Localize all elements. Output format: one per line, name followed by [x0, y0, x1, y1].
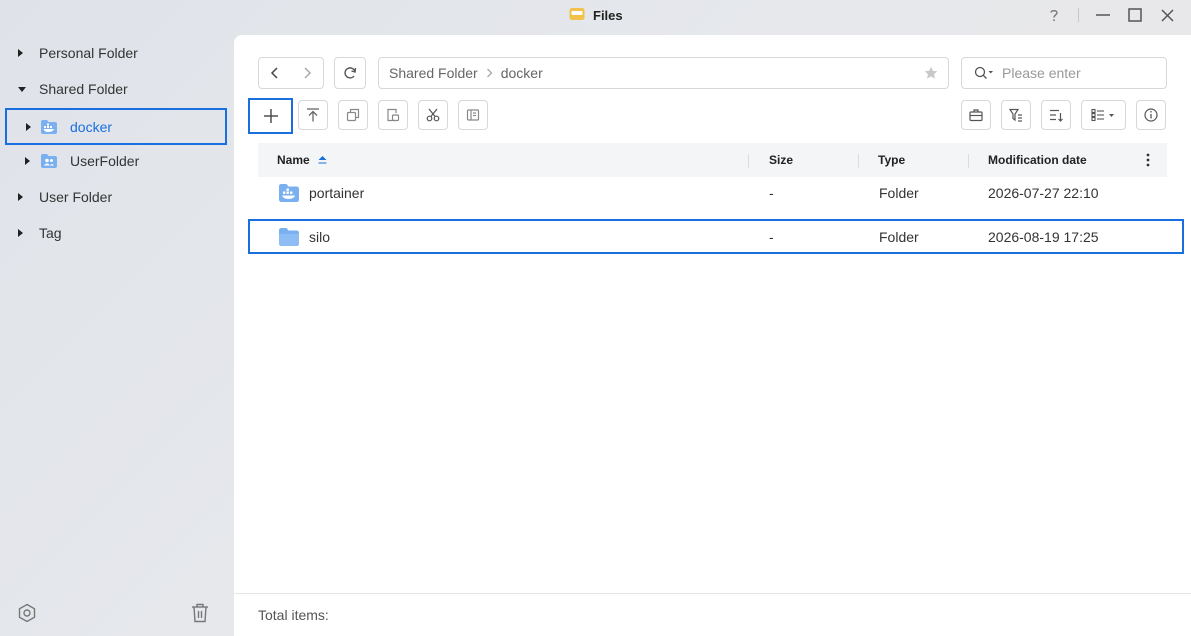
files-app-icon — [569, 6, 585, 25]
column-divider[interactable] — [968, 154, 969, 168]
column-header-name[interactable]: Name — [277, 143, 327, 177]
sidebar-item-tag[interactable]: Tag — [18, 215, 228, 251]
sidebar-item-shared-folder[interactable]: Shared Folder — [18, 71, 228, 107]
sidebar-item-user-folder[interactable]: User Folder — [18, 179, 228, 215]
sidebar-item-label: Personal Folder — [39, 45, 138, 61]
forward-button[interactable] — [291, 58, 323, 88]
table-header: Name Size Type Modification date — [258, 143, 1167, 177]
status-bar: Total items: — [234, 593, 1191, 636]
window-title: Files — [569, 6, 623, 25]
caret-right-icon[interactable] — [25, 157, 30, 165]
help-button[interactable] — [1043, 5, 1065, 25]
sidebar-item-label: Tag — [39, 225, 62, 241]
file-modified-date: 2026-08-19 17:25 — [988, 228, 1099, 245]
caret-down-icon[interactable] — [18, 86, 26, 92]
table-row[interactable]: portainer - Folder 2026-07-27 22:10 — [258, 176, 1167, 210]
user-folder-icon — [40, 153, 58, 169]
search-icon[interactable] — [974, 66, 994, 80]
file-size: - — [769, 185, 774, 201]
caret-right-icon[interactable] — [26, 122, 31, 131]
main-panel: Shared Folder docker Please enter Name S… — [234, 35, 1191, 636]
chevron-right-icon — [486, 65, 493, 81]
sidebar-item-label: User Folder — [39, 189, 113, 205]
trash-icon[interactable] — [189, 602, 211, 624]
more-options-icon[interactable] — [1146, 143, 1150, 177]
close-button[interactable] — [1156, 5, 1178, 25]
file-type: Folder — [879, 228, 919, 245]
sort-button[interactable] — [1041, 100, 1071, 130]
sort-ascending-icon[interactable] — [318, 155, 327, 165]
settings-icon[interactable] — [16, 602, 38, 624]
compress-button[interactable] — [458, 100, 488, 130]
docker-folder-icon — [278, 176, 300, 210]
table-row[interactable]: silo - Folder 2026-08-19 17:25 — [248, 219, 1184, 254]
sidebar-item-label: UserFolder — [70, 153, 140, 169]
view-mode-button[interactable] — [1081, 100, 1126, 130]
folder-icon — [278, 221, 300, 252]
cut-button[interactable] — [418, 100, 448, 130]
window-title-text: Files — [593, 8, 623, 23]
sidebar-item-label: docker — [70, 118, 113, 135]
refresh-button[interactable] — [334, 57, 366, 89]
breadcrumb-item-shared-folder[interactable]: Shared Folder — [389, 65, 478, 81]
new-button[interactable] — [248, 98, 293, 134]
info-button[interactable] — [1136, 100, 1166, 130]
titlebar-separator — [1078, 8, 1079, 22]
sidebar-item-docker[interactable]: docker — [5, 108, 227, 145]
copy-button[interactable] — [338, 100, 368, 130]
file-size: - — [769, 228, 774, 245]
filter-button[interactable] — [1001, 100, 1031, 130]
caret-right-icon[interactable] — [18, 193, 23, 201]
upload-button[interactable] — [298, 100, 328, 130]
maximize-button[interactable] — [1124, 5, 1146, 25]
sidebar-item-userfolder[interactable]: UserFolder — [25, 143, 228, 179]
file-name: portainer — [309, 185, 365, 201]
star-icon[interactable] — [924, 66, 938, 83]
caret-right-icon[interactable] — [18, 229, 23, 237]
column-divider[interactable] — [858, 154, 859, 168]
briefcase-button[interactable] — [961, 100, 991, 130]
column-header-size[interactable]: Size — [769, 143, 793, 177]
paste-button[interactable] — [378, 100, 408, 130]
title-bar: Files — [0, 0, 1191, 30]
sidebar: Personal Folder Shared Folder docker Use… — [0, 35, 234, 636]
total-items-label: Total items: — [258, 607, 329, 623]
docker-folder-icon — [40, 119, 58, 135]
sidebar-item-label: Shared Folder — [39, 81, 128, 97]
column-header-type[interactable]: Type — [878, 143, 905, 177]
file-type: Folder — [879, 185, 919, 201]
sidebar-item-personal-folder[interactable]: Personal Folder — [18, 35, 228, 71]
file-name: silo — [309, 228, 331, 245]
column-divider[interactable] — [748, 154, 749, 168]
caret-right-icon[interactable] — [18, 49, 23, 57]
minimize-button[interactable] — [1092, 5, 1114, 25]
search-input[interactable] — [1002, 65, 1142, 81]
file-modified-date: 2026-07-27 22:10 — [988, 185, 1099, 201]
search-box[interactable] — [961, 57, 1167, 89]
breadcrumb-item-docker[interactable]: docker — [501, 65, 543, 81]
column-header-modification-date[interactable]: Modification date — [988, 143, 1087, 177]
back-button[interactable] — [259, 58, 291, 88]
breadcrumb: Shared Folder docker — [378, 57, 949, 89]
navigation-buttons — [258, 57, 324, 89]
